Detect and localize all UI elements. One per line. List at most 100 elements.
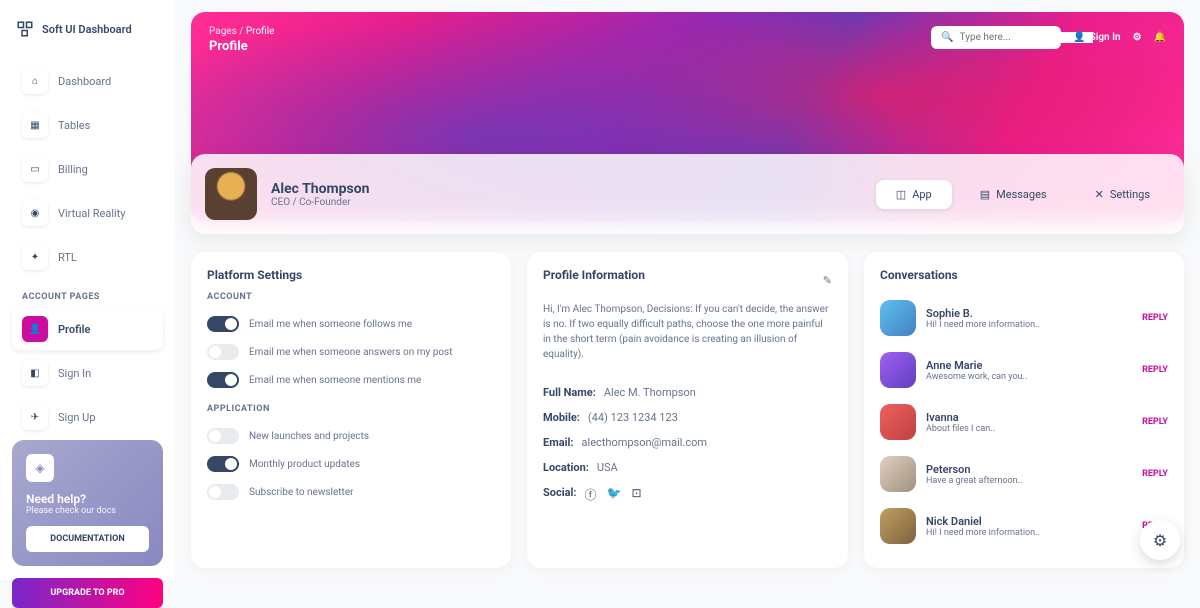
- avatar: [880, 404, 916, 440]
- card-icon: ▭: [22, 156, 48, 182]
- cards-row: Platform Settings ACCOUNT Email me when …: [191, 252, 1184, 568]
- profile-identity: Alec Thompson CEO / Co-Founder: [271, 181, 369, 208]
- settings-title: Platform Settings: [207, 268, 495, 282]
- toggle-switch[interactable]: [207, 484, 239, 500]
- conversation-item: Anne MarieAwesome work, can you..REPLY: [880, 344, 1168, 396]
- profile-info-card: Profile Information ✎ Hi, I'm Alec Thomp…: [527, 252, 848, 568]
- reply-button[interactable]: REPLY: [1142, 417, 1168, 427]
- main-content: Pages / Profile Profile 🔍 👤Sign In ⚙ 🔔 A…: [175, 0, 1200, 580]
- edit-icon[interactable]: ✎: [823, 274, 832, 287]
- bio-text: Hi, I'm Alec Thompson, Decisions: If you…: [543, 302, 832, 362]
- toggle-switch[interactable]: [207, 456, 239, 472]
- reply-button[interactable]: REPLY: [1142, 365, 1168, 375]
- breadcrumb-current: Profile: [246, 26, 275, 37]
- nav-tables[interactable]: ▦Tables: [12, 104, 163, 146]
- application-label: APPLICATION: [207, 404, 495, 414]
- conversation-item: Nick DanielHi! I need more information..…: [880, 500, 1168, 552]
- account-section-label: ACCOUNT PAGES: [22, 292, 163, 302]
- configurator-fab[interactable]: ⚙: [1140, 520, 1180, 560]
- signup-icon: ✈: [22, 404, 48, 430]
- grid-icon: ▦: [22, 112, 48, 138]
- logo-icon: [16, 20, 34, 38]
- avatar: [205, 168, 257, 220]
- location-key: Location:: [543, 461, 589, 474]
- profile-name: Alec Thompson: [271, 181, 369, 197]
- cube-icon: ◫: [896, 188, 906, 201]
- fullname-key: Full Name:: [543, 386, 596, 399]
- rtl-icon: ✦: [22, 244, 48, 270]
- sidebar: Soft UI Dashboard ⌂Dashboard ▦Tables ▭Bi…: [0, 0, 175, 580]
- social-key: Social:: [543, 486, 577, 503]
- toggle-answers: Email me when someone answers on my post: [207, 338, 495, 366]
- brand-text: Soft UI Dashboard: [42, 23, 132, 36]
- instagram-icon[interactable]: ⊡: [632, 486, 642, 503]
- signin-link[interactable]: 👤Sign In: [1073, 32, 1120, 43]
- conversation-item: PetersonHave a great afternoon..REPLY: [880, 448, 1168, 500]
- tab-settings[interactable]: ✕Settings: [1075, 180, 1170, 209]
- help-subtitle: Please check our docs: [26, 506, 149, 516]
- bell-icon[interactable]: 🔔: [1154, 32, 1166, 43]
- doc-icon: ▤: [980, 188, 990, 201]
- search-box[interactable]: 🔍: [931, 26, 1061, 49]
- upgrade-button[interactable]: UPGRADE TO PRO: [12, 578, 163, 608]
- mobile-key: Mobile:: [543, 411, 580, 424]
- twitter-icon[interactable]: 🐦: [607, 486, 622, 503]
- tab-app[interactable]: ◫App: [876, 180, 952, 209]
- gear-icon: ⚙: [1153, 531, 1167, 550]
- email-value: alecthompson@mail.com: [582, 436, 707, 449]
- account-label: ACCOUNT: [207, 292, 495, 302]
- brand[interactable]: Soft UI Dashboard: [12, 20, 163, 38]
- toggle-switch[interactable]: [207, 428, 239, 444]
- nav-rtl[interactable]: ✦RTL: [12, 236, 163, 278]
- search-icon: 🔍: [941, 32, 953, 43]
- profile-tabs: ◫App ▤Messages ✕Settings: [876, 180, 1170, 209]
- toggle-switch[interactable]: [207, 316, 239, 332]
- signin-icon: ◧: [22, 360, 48, 386]
- avatar: [880, 508, 916, 544]
- profile-header-card: Alec Thompson CEO / Co-Founder ◫App ▤Mes…: [191, 154, 1184, 234]
- fullname-value: Alec M. Thompson: [604, 386, 696, 399]
- email-key: Email:: [543, 436, 574, 449]
- nav-signup[interactable]: ✈Sign Up: [12, 396, 163, 438]
- settings-icon[interactable]: ⚙: [1133, 32, 1142, 43]
- location-value: USA: [597, 461, 618, 474]
- help-title: Need help?: [26, 492, 149, 506]
- avatar: [880, 456, 916, 492]
- home-icon: ⌂: [22, 68, 48, 94]
- user-icon: 👤: [1073, 32, 1085, 43]
- toggle-updates: Monthly product updates: [207, 450, 495, 478]
- tab-messages[interactable]: ▤Messages: [960, 180, 1067, 209]
- conversations-card: Conversations Sophie B.Hi! I need more i…: [864, 252, 1184, 568]
- reply-button[interactable]: REPLY: [1142, 469, 1168, 479]
- documentation-button[interactable]: DOCUMENTATION: [26, 526, 149, 552]
- tools-icon: ✕: [1095, 188, 1104, 201]
- nav-vr[interactable]: ◉Virtual Reality: [12, 192, 163, 234]
- avatar: [880, 352, 916, 388]
- nav-signin[interactable]: ◧Sign In: [12, 352, 163, 394]
- toggle-newsletter: Subscribe to newsletter: [207, 478, 495, 506]
- profile-role: CEO / Co-Founder: [271, 197, 369, 208]
- help-card: ◈ Need help? Please check our docs DOCUM…: [12, 440, 163, 566]
- nav-dashboard[interactable]: ⌂Dashboard: [12, 60, 163, 102]
- avatar: [880, 300, 916, 336]
- toggle-launches: New launches and projects: [207, 422, 495, 450]
- conversation-item: Sophie B.Hi! I need more information..RE…: [880, 292, 1168, 344]
- nav-billing[interactable]: ▭Billing: [12, 148, 163, 190]
- diamond-icon: ◈: [26, 454, 54, 482]
- vr-icon: ◉: [22, 200, 48, 226]
- toggle-mentions: Email me when someone mentions me: [207, 366, 495, 394]
- platform-settings-card: Platform Settings ACCOUNT Email me when …: [191, 252, 511, 568]
- conversations-title: Conversations: [880, 268, 1168, 282]
- toggle-switch[interactable]: [207, 372, 239, 388]
- nav-profile[interactable]: 👤Profile: [12, 308, 163, 350]
- conversation-item: IvannaAbout files I can..REPLY: [880, 396, 1168, 448]
- toggle-switch[interactable]: [207, 344, 239, 360]
- toggle-follows: Email me when someone follows me: [207, 310, 495, 338]
- mobile-value: (44) 123 1234 123: [588, 411, 678, 424]
- breadcrumb-root[interactable]: Pages: [209, 26, 237, 37]
- reply-button[interactable]: REPLY: [1142, 313, 1168, 323]
- user-icon: 👤: [22, 316, 48, 342]
- info-title: Profile Information: [543, 268, 645, 282]
- facebook-icon[interactable]: ⓕ: [585, 486, 597, 503]
- topbar: 🔍 👤Sign In ⚙ 🔔: [931, 26, 1166, 49]
